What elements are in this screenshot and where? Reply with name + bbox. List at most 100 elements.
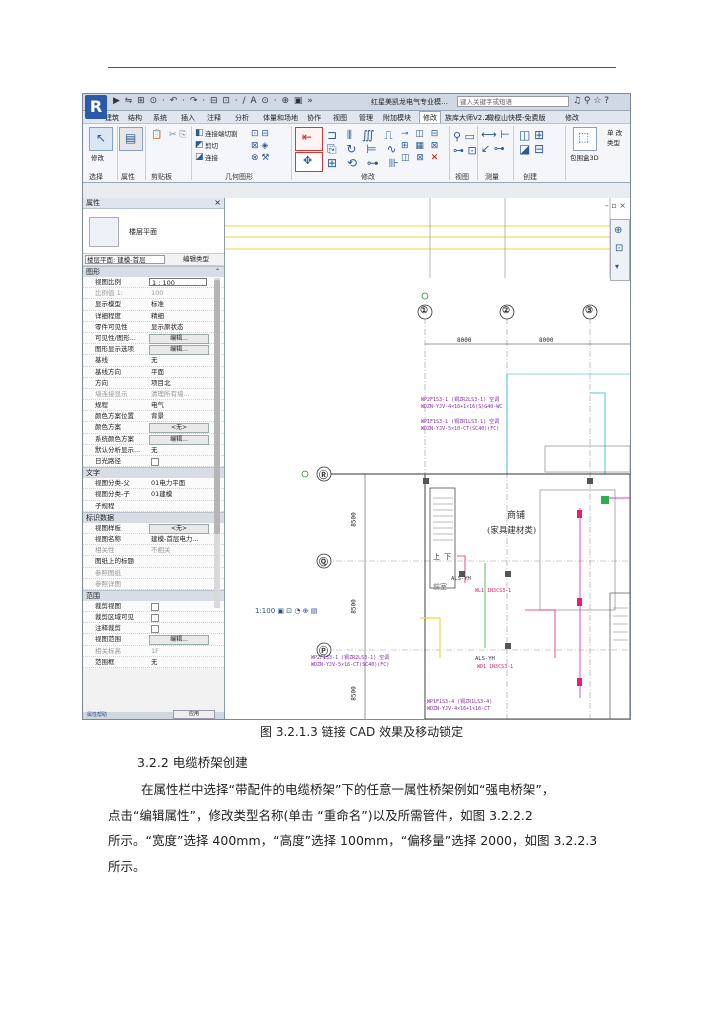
property-value[interactable]: 1 : 100 (149, 278, 207, 287)
ribbon-tab[interactable]: 附加模块 (383, 113, 411, 123)
pan-icon[interactable]: ⊡ (615, 244, 623, 254)
align-button[interactable]: ⇤ (295, 127, 323, 151)
view-control-bar[interactable]: 1:100 ▣ ⊡ ◔ ⊕ ▤ (255, 607, 317, 615)
create-icons[interactable]: ◫ ⊞ ◪ ⊟ (519, 128, 544, 156)
align-icon: ⇤ (302, 130, 313, 144)
dim-text: 8000 (457, 337, 472, 344)
property-row: 视图比例 1 : 100 (83, 277, 224, 289)
properties-footer: 属性帮助 应用 (83, 710, 224, 719)
ribbon-tab[interactable]: 橄榄山快模-免费版 (487, 113, 546, 123)
view-icons[interactable]: ⚲ ▭ ⊶ ⊡ (453, 130, 477, 158)
property-edit-button[interactable]: 编辑... (149, 333, 209, 344)
connect-cut-icon[interactable]: ◧ (195, 128, 204, 138)
ribbon-tab[interactable]: 视图 (333, 113, 347, 123)
separator (565, 126, 566, 180)
bounding-box-3d-button[interactable]: ⬚ (573, 127, 597, 151)
property-edit-button[interactable]: <无> (149, 423, 209, 434)
property-row: 裁剪视图 (83, 600, 224, 613)
properties-scroll-thumb[interactable] (214, 280, 220, 534)
circuit-mark: WP1F1S3-4 (铜ZR1LS3-4) (427, 699, 493, 705)
property-checkbox[interactable] (151, 458, 159, 466)
property-row: 日光路径 (83, 456, 224, 468)
apply-button[interactable]: 应用 (173, 710, 215, 719)
ribbon-tab[interactable]: 管理 (359, 113, 373, 123)
join-label[interactable]: 连接 (205, 152, 218, 162)
type-selector[interactable]: 楼层平面 (83, 209, 224, 254)
property-edit-button[interactable]: 编辑... (149, 434, 209, 445)
revit-logo-icon[interactable]: R (85, 95, 107, 119)
geometry-icons[interactable]: ⊡ ⊟ ⊠ ◈ ⊗ ⚒ (251, 128, 269, 164)
zoom-icon[interactable]: ⊕ (614, 226, 622, 236)
quick-access-tools[interactable]: ▶ ⇋ ⊞ ⊙ · ↶ · ↷ · ⊟ ⊡ · ∕ A ⊙ · ⊕ ▣ » (113, 96, 314, 106)
property-row: 视图分类-父 01电力平面 (83, 478, 224, 490)
property-edit-button[interactable]: <无> (149, 523, 209, 534)
panel-tag: ALS-YH (475, 656, 495, 662)
ribbon-tab[interactable]: 建筑 (105, 113, 119, 123)
array-icons[interactable]: ⊸ ◫ ⊟ ⊞ ▦ ⊠ ◫ ⊠ ✕ (401, 128, 440, 164)
cut-label[interactable]: 剪切 (205, 140, 218, 150)
properties-button[interactable]: ▤ (119, 127, 143, 151)
type-name: 楼层平面 (129, 228, 157, 236)
property-checkbox[interactable] (151, 602, 159, 611)
dim-text: 8000 (539, 337, 554, 344)
edit-type-button[interactable]: 编辑类型 (183, 254, 209, 265)
property-row: 图形显示选项 编辑... (83, 344, 224, 356)
property-row: 显示模型 标准 (83, 299, 224, 311)
floor-plan-drawing (225, 198, 630, 719)
search-input[interactable]: 键入关键字或短语 (457, 96, 569, 107)
instance-bar: 楼层平面: 建模-首层 编辑类型 (83, 254, 224, 266)
property-group-header[interactable]: 范围⌃ (83, 589, 224, 601)
ribbon-panel-label: 修改 (361, 173, 375, 181)
separator (477, 126, 478, 180)
close-icon[interactable]: × (214, 198, 221, 208)
ribbon-tab[interactable]: 体量和场地 (263, 113, 298, 123)
property-edit-button[interactable]: 编辑... (149, 345, 209, 356)
clipboard-icons[interactable]: ✂ ⎘ (169, 130, 187, 140)
property-value: 无 (151, 356, 158, 365)
modify-tool-icons[interactable]: ⊐ ⫴ ∭ ⎍ ⎘ ↻ ⊨ ∿ ⊞ ⟲ ⊶ ⊪ (327, 128, 402, 170)
ribbon-tab[interactable]: 注释 (207, 113, 221, 123)
connect-cut-label[interactable]: 连接端切割 (205, 128, 238, 138)
window-controls[interactable]: – ▫ × (605, 201, 626, 210)
chevron-down-icon[interactable]: ▾ (615, 262, 619, 272)
paste-icon[interactable]: 📋 (151, 130, 162, 140)
join-icon[interactable]: ◪ (195, 152, 204, 162)
properties-help-link[interactable]: 属性帮助 (87, 712, 107, 719)
property-key: 范围框 (95, 657, 115, 666)
help-icons[interactable]: ♫ ⚲ ☆ ? (573, 96, 609, 106)
property-checkbox[interactable] (151, 625, 159, 634)
ribbon-tab[interactable]: 插入 (181, 113, 195, 123)
ribbon-tab[interactable]: 结构 (128, 113, 142, 123)
collapse-icon[interactable]: ⌃ (215, 267, 220, 277)
ribbon-tab[interactable]: 系统 (153, 113, 167, 123)
move-button[interactable]: ✥ (295, 152, 323, 172)
ribbon-panel-label: 创建 (523, 173, 537, 181)
property-edit-button[interactable]: 编辑... (149, 635, 209, 646)
cut-icon[interactable]: ◩ (195, 140, 204, 150)
ribbon-tab[interactable]: 协作 (307, 113, 321, 123)
measure-icons[interactable]: ⟷ ⊢ ↙ ⊶ (481, 128, 510, 156)
property-checkbox[interactable] (151, 614, 159, 623)
ribbon-tab[interactable]: 修改 (419, 111, 441, 123)
property-key: 规程 (95, 401, 108, 410)
property-group-name: 图形 (86, 268, 100, 276)
property-key: 日光路径 (95, 457, 121, 465)
ribbon-tabs: 建筑 结构 系统 插入 注释 分析 体量和场地 协作 视图 管理 附加模块 修改 族库大师V2.2 橄榄山… (83, 111, 630, 124)
modify-button[interactable]: ↖ (89, 127, 113, 151)
property-group-header[interactable]: 标识数据⌃ (83, 511, 224, 523)
property-group-header[interactable]: 文字⌃ (83, 467, 224, 479)
ribbon-panel-label: 属性 (121, 173, 135, 181)
property-key: 系统颜色方案 (95, 434, 134, 443)
drawing-canvas[interactable]: ① ② ③ Ⓡ Ⓠ Ⓟ 8000 8000 8500 8500 8500 商铺 … (225, 198, 630, 719)
ribbon-tab[interactable]: 分析 (235, 113, 249, 123)
navigation-bar[interactable]: ⊕ ⊡ ▾ (610, 219, 630, 281)
ribbon-tab[interactable]: 修改 (565, 113, 579, 123)
property-row: 裁剪区域可见 (83, 612, 224, 624)
instance-selector[interactable]: 楼层平面: 建模-首层 (85, 255, 165, 264)
property-key: 详细程度 (95, 311, 121, 320)
property-group-header[interactable]: 图形 ⌃ (83, 266, 224, 277)
ribbon-tab[interactable]: 族库大师V2.2 (445, 113, 489, 123)
other-label[interactable]: 单 改 类型 (607, 128, 629, 148)
property-row: 颜色方案 <无> (83, 422, 224, 434)
property-row: 默认分析显示... 无 (83, 444, 224, 456)
